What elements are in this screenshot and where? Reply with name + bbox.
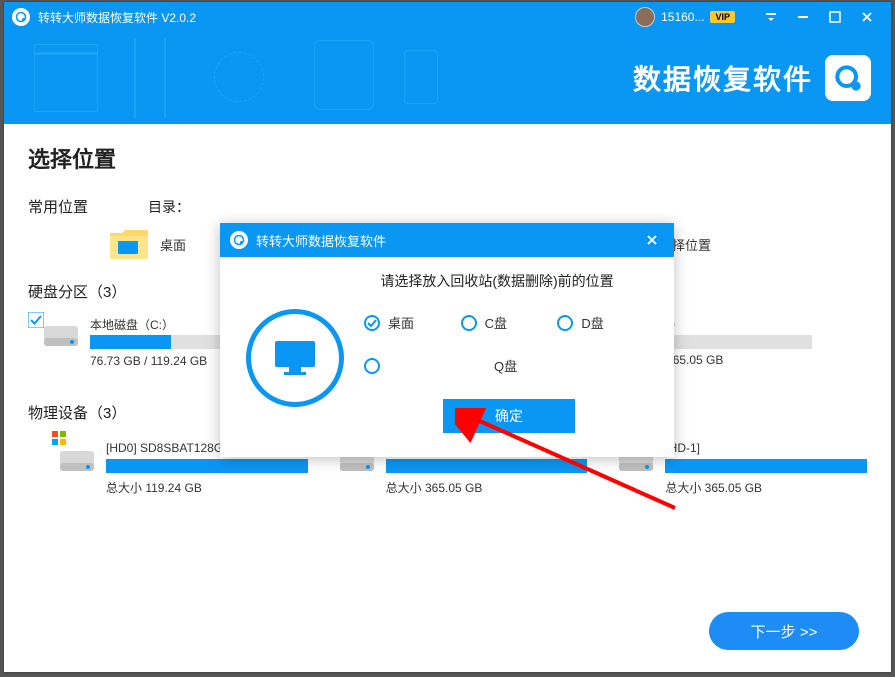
radio-label: D盘 [581, 313, 603, 332]
folder-desktop-icon [108, 227, 150, 261]
phys-bar [106, 459, 308, 473]
user-name: 15160... [661, 10, 704, 24]
windows-icon [52, 431, 66, 445]
app-logo-icon [12, 8, 30, 26]
window-title: 转转大师数据恢复软件 V2.0.2 [38, 9, 635, 26]
dialog-prompt: 请选择放入回收站(数据删除)前的位置 [340, 271, 654, 291]
drive-icon [58, 441, 96, 479]
location-dialog: 转转大师数据恢复软件 请选择放入回收站(数据删除)前的位置 桌面 [220, 223, 674, 457]
radio-label: C盘 [485, 313, 507, 332]
check-icon [28, 312, 44, 328]
minimize-button[interactable] [787, 2, 819, 32]
dir-label: 目录： [148, 197, 190, 217]
banner-title: 数据恢复软件 [633, 58, 813, 98]
phys-bar [386, 459, 588, 473]
avatar [635, 7, 655, 27]
phys-size: 总大小 119.24 GB [106, 479, 308, 496]
drive-icon [42, 316, 80, 354]
phys-name: [HD-1] [665, 441, 867, 455]
radio-d[interactable]: D盘 [557, 313, 654, 332]
radio-desktop[interactable]: 桌面 [364, 313, 461, 332]
banner-logo-icon [825, 55, 871, 101]
vip-badge: VIP [710, 11, 735, 23]
radio-c[interactable]: C盘 [461, 313, 558, 332]
close-button[interactable] [851, 2, 883, 32]
common-location-label: 常用位置 [28, 196, 148, 217]
dropdown-button[interactable] [755, 2, 787, 32]
monitor-icon [246, 309, 344, 407]
radio-label: 桌面 [388, 313, 414, 332]
dialog-ok-button[interactable]: 确定 [443, 399, 575, 433]
phys-size: 总大小 365.05 GB [386, 479, 588, 496]
dialog-close-button[interactable] [640, 228, 664, 252]
location-label: 桌面 [160, 235, 186, 254]
dialog-title: 转转大师数据恢复软件 [256, 231, 640, 250]
page-title: 选择位置 [28, 142, 867, 174]
app-logo-icon [230, 231, 248, 249]
phys-bar [665, 459, 867, 473]
next-button[interactable]: 下一步 >> [709, 612, 859, 650]
maximize-button[interactable] [819, 2, 851, 32]
user-info[interactable]: 15160... VIP [635, 7, 735, 27]
banner: 数据恢复软件 [4, 32, 891, 124]
phys-size: 总大小 365.05 GB [665, 479, 867, 496]
radio-q[interactable] [364, 356, 460, 375]
radio-label: Q盘 [494, 356, 517, 375]
